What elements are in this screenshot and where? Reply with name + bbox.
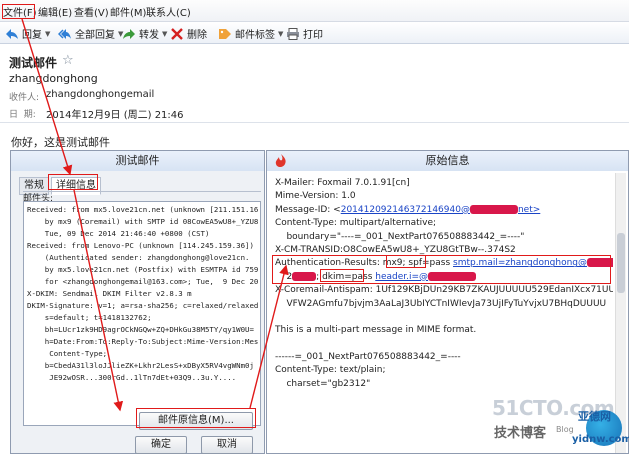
arrow-details-to-button	[73, 189, 124, 412]
annotation-arrows	[21, 18, 289, 412]
arrow-file-to-details	[21, 18, 73, 176]
arrow-button-to-auth	[249, 264, 289, 409]
